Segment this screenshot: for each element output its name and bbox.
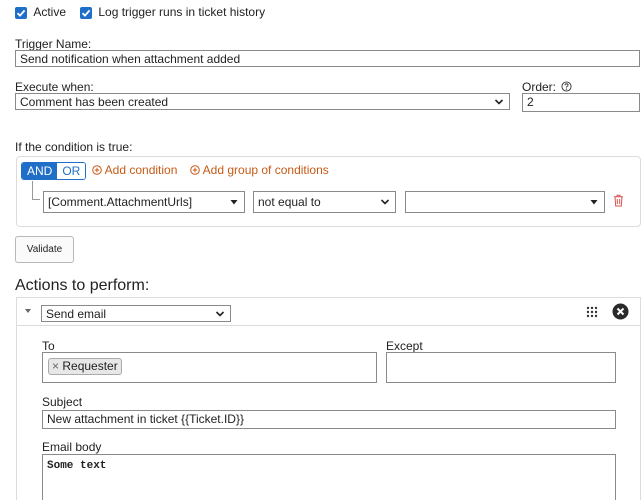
plus-circle-icon <box>190 165 200 175</box>
recipient-tag-label: Requester <box>62 359 118 373</box>
condition-operator-select[interactable]: not equal to <box>253 191 396 213</box>
order-label: Order: <box>522 80 572 94</box>
collapse-caret-icon[interactable] <box>24 308 32 314</box>
email-body-text: Some text <box>47 460 107 472</box>
email-body-label: Email body <box>42 440 102 454</box>
active-label: Active <box>33 5 67 19</box>
except-label: Except <box>386 339 423 353</box>
close-circle-icon[interactable] <box>612 303 629 320</box>
chevron-down-icon <box>215 311 225 317</box>
and-button[interactable]: AND <box>22 163 58 179</box>
trigger-name-label: Trigger Name: <box>15 37 92 51</box>
plus-circle-icon <box>92 165 102 175</box>
order-input[interactable]: 2 <box>522 93 640 112</box>
or-button[interactable]: OR <box>57 163 86 179</box>
add-group-link[interactable]: Add group of conditions <box>190 163 329 177</box>
caret-down-icon <box>590 200 598 205</box>
trigger-name-input[interactable]: Send notification when attachment added <box>15 50 640 67</box>
condition-field-value: [Comment.AttachmentUrls] <box>48 195 193 209</box>
active-checkbox[interactable]: Active <box>15 5 66 19</box>
execute-when-label: Execute when: <box>15 80 94 94</box>
and-or-toggle: AND OR <box>21 162 87 180</box>
condition-operator-value: not equal to <box>258 195 321 209</box>
to-label: To <box>42 339 55 353</box>
recipient-tag: × Requester <box>48 358 122 375</box>
trash-icon[interactable] <box>613 194 624 207</box>
drag-handle-icon[interactable] <box>586 306 598 318</box>
action-type-select[interactable]: Send email <box>41 305 231 322</box>
caret-down-icon <box>230 200 238 205</box>
log-label: Log trigger runs in ticket history <box>98 5 266 19</box>
add-group-label: Add group of conditions <box>202 163 329 177</box>
execute-when-select[interactable]: Comment has been created <box>15 93 510 110</box>
log-checkbox[interactable]: Log trigger runs in ticket history <box>80 5 265 19</box>
email-body-textarea[interactable]: Some text <box>42 454 616 500</box>
tree-connector <box>32 181 40 200</box>
subject-input[interactable]: New attachment in ticket {{Ticket.ID}} <box>42 410 616 429</box>
order-label-text: Order: <box>522 80 557 94</box>
actions-heading: Actions to perform: <box>15 277 150 294</box>
add-condition-label: Add condition <box>104 163 178 177</box>
condition-value-select[interactable] <box>405 191 605 213</box>
subject-label: Subject <box>42 395 83 409</box>
help-icon[interactable] <box>561 81 572 92</box>
to-field[interactable]: × Requester <box>42 352 377 383</box>
chevron-down-icon <box>380 199 390 205</box>
check-icon <box>80 6 92 19</box>
execute-when-value: Comment has been created <box>20 95 169 109</box>
remove-tag-icon[interactable]: × <box>52 359 59 373</box>
except-field[interactable] <box>386 352 616 383</box>
add-condition-link[interactable]: Add condition <box>92 163 177 177</box>
check-icon <box>15 6 27 19</box>
action-type-value: Send email <box>46 307 107 321</box>
condition-field-select[interactable]: [Comment.AttachmentUrls] <box>43 191 245 213</box>
validate-button[interactable]: Validate <box>15 236 74 263</box>
condition-heading: If the condition is true: <box>15 140 133 154</box>
chevron-down-icon <box>494 99 504 105</box>
